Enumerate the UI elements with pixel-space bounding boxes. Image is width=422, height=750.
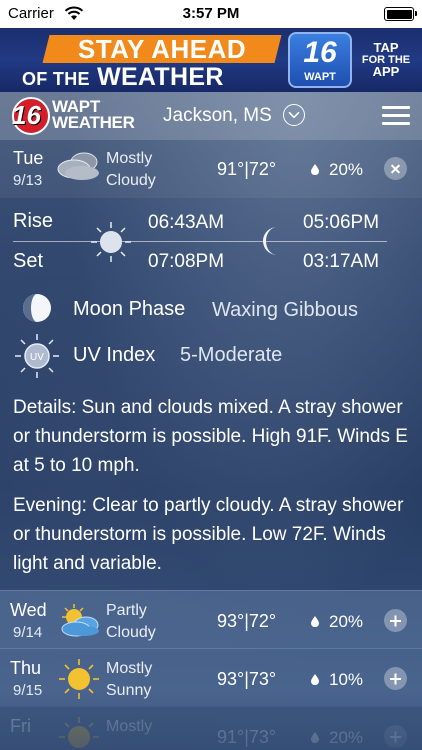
chevron-down-icon[interactable]: [283, 104, 305, 126]
today-condition: Mostly Cloudy: [106, 148, 156, 192]
expand-button[interactable]: [384, 609, 407, 632]
today-precip: 20%: [329, 160, 364, 179]
sun-icon: [91, 222, 131, 262]
moonrise-time: 05:06PM: [303, 212, 380, 233]
forecast-condition-line1: Partly: [106, 602, 147, 619]
ad-logo-number: 16: [290, 36, 350, 72]
details-text: Details: Sun and clouds mixed. A stray s…: [13, 397, 408, 476]
location-label[interactable]: Jackson, MS: [163, 105, 272, 127]
rise-set-divider: [13, 241, 387, 242]
today-temps: 91°|72°: [217, 159, 277, 179]
raindrop-icon: [311, 616, 319, 627]
forecast-date: 9/15: [13, 682, 43, 699]
ad-headline: STAY AHEAD: [77, 34, 247, 64]
expand-button[interactable]: [384, 667, 407, 690]
raindrop-icon: [311, 164, 319, 175]
forecast-date: 9/14: [13, 624, 43, 641]
uv-index-icon: UV: [15, 334, 59, 378]
partly-cloudy-icon: [61, 604, 99, 637]
battery-icon: [384, 7, 417, 21]
moon-phase-label: Moon Phase: [73, 298, 186, 320]
forecast-row[interactable]: Thu 9/15 Mostly Sunny 93°|73° 10%: [0, 648, 422, 706]
today-row[interactable]: Tue 9/13 Mostly Cloudy 91°|72° 20%: [0, 140, 422, 198]
forecast-precip: 10%: [329, 670, 364, 689]
mostly-sunny-icon: [59, 659, 99, 699]
moon-phase-value: Waxing Gibbous: [212, 299, 358, 321]
mostly-sunny-icon: [59, 717, 99, 748]
app-header: 16 WAPT WEATHER Jackson, MS: [0, 92, 422, 140]
ad-headline-box: STAY AHEAD: [42, 34, 282, 64]
raindrop-icon: [311, 732, 319, 743]
uv-index-value: 5-Moderate: [180, 344, 283, 366]
forecast-condition-line2: Cloudy: [106, 624, 156, 641]
status-bar: Carrier 3:57 PM: [0, 0, 422, 28]
forecast-row[interactable]: Wed 9/14 Partly Cloudy 93°|72° 20%: [0, 590, 422, 648]
collapse-button[interactable]: [384, 157, 407, 180]
wifi-icon: [64, 6, 84, 20]
forecast-condition-line2: Sunny: [106, 682, 152, 699]
uv-index-label: UV Index: [73, 344, 156, 366]
forecast-condition-line1: Mostly: [106, 718, 153, 735]
forecast-precip: 20%: [329, 612, 364, 631]
ad-subheadline-main: WEATHER: [97, 63, 224, 91]
forecast-condition: Mostly Sunny: [106, 658, 152, 702]
ad-subheadline: OF THE WEATHER: [22, 63, 224, 92]
evening-text: Evening: Clear to partly cloudy. A stray…: [13, 495, 404, 574]
ad-tap-line1: TAP: [373, 40, 399, 55]
moon-phase-icon: [23, 294, 51, 322]
forecast-temps: 93°|73°: [217, 669, 277, 689]
forecast-day: Wed: [10, 600, 47, 620]
ad-tap-line3: APP: [372, 64, 400, 79]
today-condition-line2: Cloudy: [106, 172, 156, 189]
forecast-row[interactable]: Fri Mostly 91°|73° 20%: [0, 706, 422, 750]
forecast-temps: 91°|73°: [217, 727, 277, 747]
forecast-precip: 20%: [329, 728, 364, 747]
forecast-condition-line1: Mostly: [106, 660, 153, 677]
moon-icon: [263, 227, 277, 255]
sunset-time: 07:08PM: [148, 251, 225, 272]
forecast-temps: 93°|72°: [217, 611, 277, 631]
mostly-cloudy-icon: [57, 152, 99, 180]
ad-tap-prompt: TAP FOR THE APP: [358, 40, 414, 79]
today-day: Tue: [13, 148, 44, 168]
station-logo-line2: WEATHER: [52, 113, 135, 132]
rise-label: Rise: [13, 210, 54, 232]
carrier-label: Carrier: [8, 5, 54, 22]
forecast-condition: Mostly: [106, 716, 152, 738]
forecast-condition: Partly Cloudy: [106, 600, 156, 644]
station-logo-text: WAPT WEATHER: [52, 98, 135, 132]
forecast-day: Thu: [10, 658, 42, 678]
sunrise-time: 06:43AM: [148, 212, 225, 233]
hamburger-menu-icon[interactable]: [382, 106, 410, 126]
ad-subheadline-pre: OF THE: [22, 69, 90, 89]
today-condition-line1: Mostly: [106, 150, 153, 167]
ad-banner[interactable]: STAY AHEAD OF THE WEATHER 16 WAPT TAP FO…: [0, 28, 422, 92]
raindrop-icon: [311, 674, 319, 685]
expand-button[interactable]: [384, 725, 407, 748]
moonset-time: 03:17AM: [303, 251, 380, 272]
set-label: Set: [13, 250, 44, 272]
ad-logo-label: WAPT: [304, 71, 336, 83]
ad-station-logo: 16 WAPT: [288, 32, 352, 88]
uv-icon-text: UV: [30, 352, 44, 363]
forecast-day: Fri: [10, 716, 31, 736]
today-date: 9/13: [13, 172, 43, 189]
